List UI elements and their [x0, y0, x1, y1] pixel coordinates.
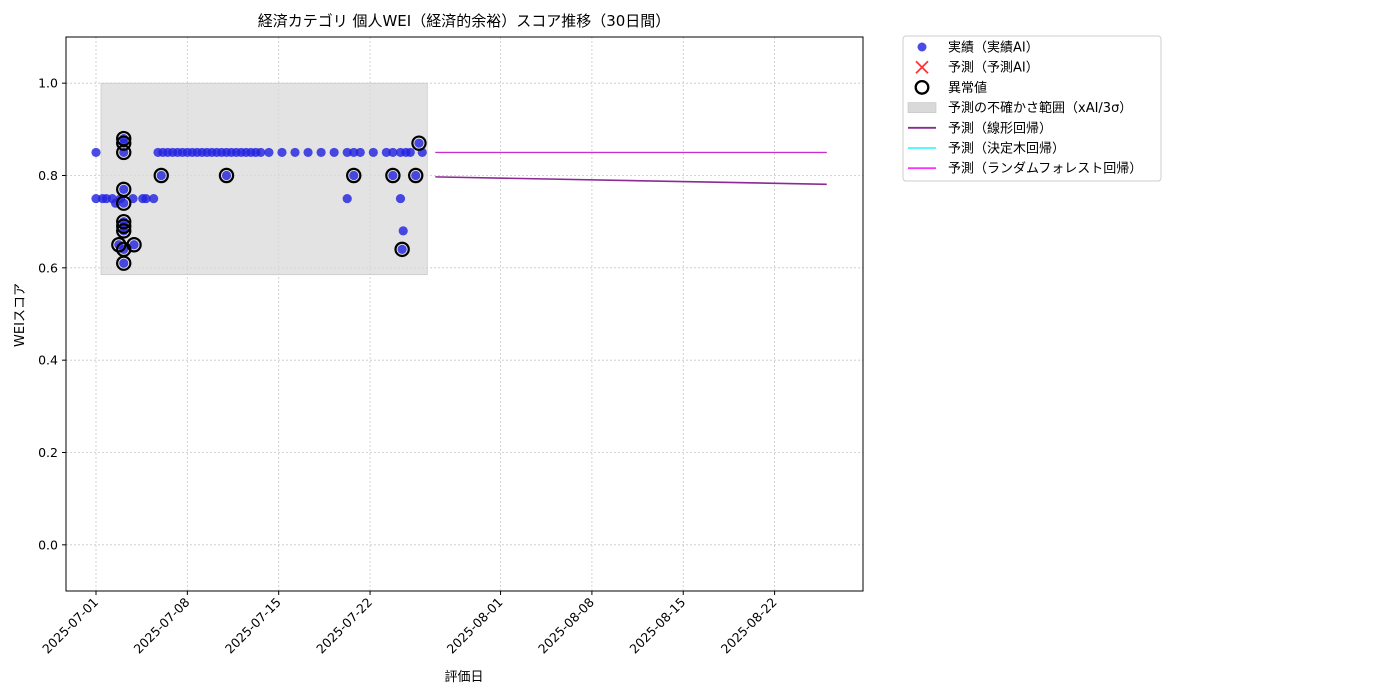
actual-point: [398, 226, 408, 236]
legend-label: 予測（ランダムフォレスト回帰）: [948, 161, 1142, 177]
actual-point: [149, 193, 159, 204]
actual-point: [388, 170, 398, 181]
actual-point: [349, 170, 359, 181]
actual-point: [342, 193, 352, 204]
legend-band-swatch: [907, 102, 937, 113]
y-tick-label: 0.0: [38, 537, 58, 552]
x-axis-label: 評価日: [444, 670, 483, 685]
legend-label: 予測の不確かさ範囲（xAI/3σ）: [948, 100, 1132, 116]
actual-point: [316, 147, 326, 158]
y-tick-label: 0.2: [38, 445, 58, 460]
legend-label: 実績（実績AI）: [948, 40, 1039, 56]
legend-label: 異常値: [948, 80, 987, 96]
actual-point: [397, 244, 407, 254]
actual-point: [91, 147, 101, 158]
actual-point: [290, 147, 300, 158]
y-axis-label: WEIスコア: [13, 283, 28, 347]
y-tick-label: 0.6: [38, 260, 58, 275]
legend: 実績（実績AI） 予測（予測AI） 異常値予測の不確かさ範囲（xAI/3σ） 予測（線…: [902, 35, 1162, 182]
actual-point: [411, 170, 421, 181]
y-tick-label: 0.8: [38, 168, 58, 183]
y-tick-label: 1.0: [38, 76, 58, 91]
actual-point: [405, 147, 415, 158]
actual-point: [368, 147, 378, 158]
legend-label: 予測（決定木回帰）: [948, 141, 1065, 157]
actual-point: [221, 170, 232, 181]
actual-point: [156, 170, 166, 181]
y-tick-label: 0.4: [38, 353, 58, 368]
actual-point: [119, 258, 129, 268]
actual-point: [264, 147, 274, 158]
legend-label: 予測（予測AI）: [948, 61, 1039, 76]
actual-point: [329, 147, 339, 158]
chart-title: 経済カテゴリ 個人WEI（経済的余裕）スコア推移（30日間）: [258, 12, 671, 30]
actual-point: [119, 184, 129, 194]
uncertainty-band: [100, 82, 428, 276]
actual-point: [277, 147, 287, 158]
actual-point: [355, 147, 365, 158]
legend-dot-marker: [917, 42, 927, 52]
actual-point: [395, 193, 406, 204]
actual-point: [119, 198, 129, 208]
actual-point: [256, 147, 266, 158]
actual-point: [303, 147, 313, 158]
legend-label: 予測（線形回帰）: [948, 120, 1052, 136]
chart: 経済カテゴリ 個人WEI（経済的余裕）スコア推移（30日間） 2025-07-0…: [0, 0, 1400, 700]
actual-point: [414, 138, 424, 148]
